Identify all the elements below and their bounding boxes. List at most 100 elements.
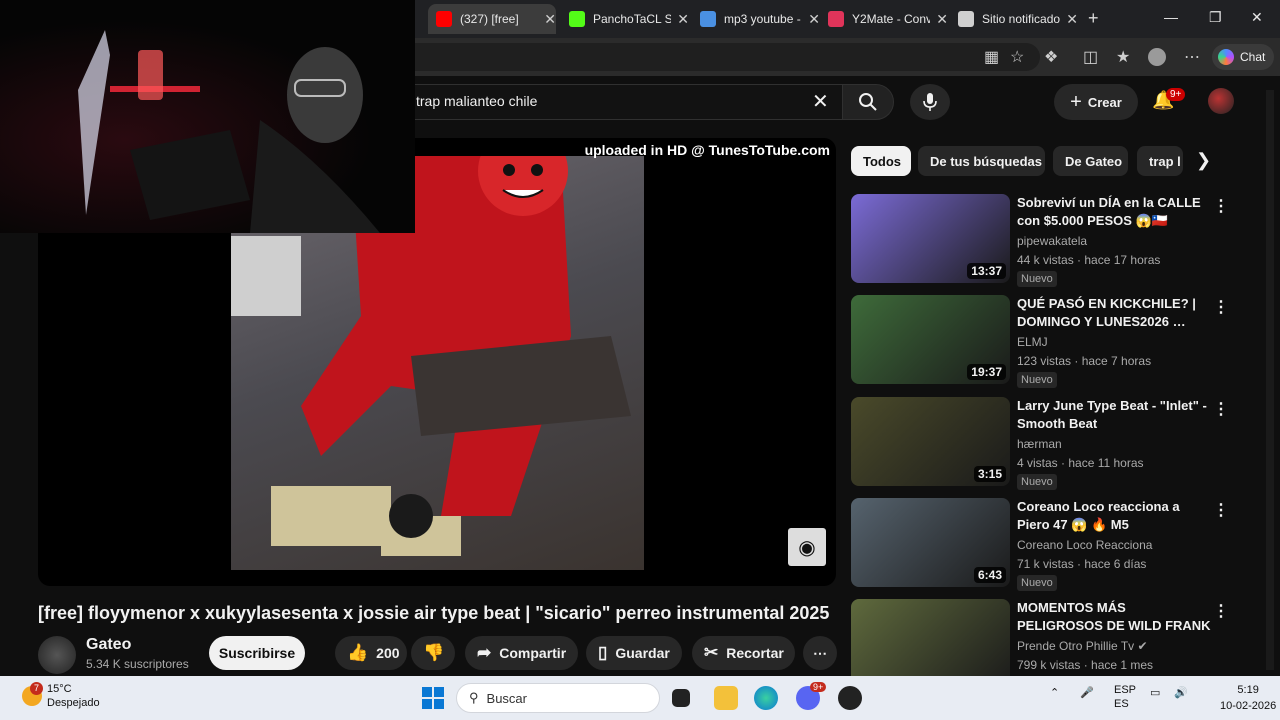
edge-browser-icon[interactable]: [754, 686, 778, 710]
clock-date: 10-02-2026: [1220, 700, 1277, 712]
minimize-button[interactable]: —: [1164, 9, 1178, 25]
favorites-icon[interactable]: ★: [1116, 47, 1130, 67]
video-thumbnail[interactable]: 19:37: [851, 295, 1010, 384]
more-options-icon[interactable]: ⋮: [1213, 297, 1229, 317]
user-avatar[interactable]: [1208, 88, 1234, 114]
recommended-video[interactable]: 6:43 Coreano Loco reacciona a Piero 47 😱 …: [851, 498, 1231, 591]
like-button[interactable]: 👍 200: [335, 636, 407, 670]
save-button[interactable]: ▯ Guardar: [586, 636, 682, 670]
recommended-title[interactable]: Coreano Loco reacciona a Piero 47 😱 🔥 M5: [1017, 498, 1213, 534]
recommended-channel[interactable]: ELMJ: [1017, 335, 1048, 349]
recommended-title[interactable]: Sobreviví un DÍA en la CALLE con $5.000 …: [1017, 194, 1213, 230]
video-thumbnail[interactable]: 13:37: [851, 194, 1010, 283]
copilot-chat-button[interactable]: Chat: [1212, 44, 1274, 70]
taskbar-clock[interactable]: 5:19 10-02-2026: [1220, 682, 1276, 714]
chips-next-icon[interactable]: ❯: [1196, 150, 1211, 171]
taskbar-search[interactable]: ⚲ Buscar: [456, 683, 660, 713]
recommended-channel-name: Prende Otro Phillie Tv: [1017, 639, 1135, 653]
filter-chip[interactable]: Todos: [851, 146, 911, 176]
tab-label: Y2Mate - Conve: [852, 12, 931, 26]
browser-tab[interactable]: PanchoTaCL Stre ✕: [561, 4, 689, 34]
address-bar[interactable]: [400, 43, 1040, 71]
favorite-star-icon[interactable]: ☆: [1010, 47, 1024, 67]
thumbs-down-icon: 👎: [423, 643, 445, 662]
more-options-icon[interactable]: ⋮: [1213, 399, 1229, 419]
more-options-icon[interactable]: ⋯: [1184, 47, 1200, 67]
video-watermark: uploaded in HD @ TunesToTube.com: [584, 142, 830, 158]
tray-microphone-icon[interactable]: 🎤: [1080, 686, 1094, 699]
create-button[interactable]: + Crear: [1054, 84, 1138, 120]
weather-desc: Despejado: [47, 697, 100, 709]
more-options-icon[interactable]: ⋮: [1213, 500, 1229, 520]
subscribe-button[interactable]: Suscribirse: [209, 636, 305, 670]
close-tab-icon[interactable]: ✕: [808, 11, 820, 28]
scrollbar[interactable]: [1266, 90, 1274, 670]
task-view-icon[interactable]: [672, 689, 690, 707]
duration-badge: 6:43: [973, 567, 1006, 583]
browser-tab[interactable]: Sitio notificado ✕: [950, 4, 1078, 34]
profile-icon[interactable]: [1148, 48, 1166, 66]
filter-chip[interactable]: De Gateo: [1053, 146, 1128, 176]
search-icon: ⚲: [469, 690, 479, 705]
recommended-title[interactable]: Larry June Type Beat - "Inlet" - Smooth …: [1017, 397, 1213, 433]
channel-avatar[interactable]: [38, 636, 76, 674]
close-tab-icon[interactable]: ✕: [544, 11, 556, 28]
recommended-video[interactable]: 13:37 Sobreviví un DÍA en la CALLE con $5…: [851, 194, 1231, 287]
video-title: [free] floyymenor x xukyylasesenta x jos…: [38, 603, 830, 623]
dislike-button[interactable]: 👎: [411, 636, 455, 670]
split-screen-icon[interactable]: ◫: [1083, 47, 1098, 67]
browser-tab[interactable]: (327) [free] ✕: [428, 4, 556, 34]
search-icon: [859, 93, 877, 111]
recommended-title[interactable]: QUÉ PASÓ EN KICKCHILE? | DOMINGO Y LUNES…: [1017, 295, 1213, 331]
save-label: Guardar: [615, 645, 670, 661]
recommended-meta: 4 vistas · hace 11 horas: [1017, 456, 1144, 470]
recommended-meta: 123 vistas · hace 7 horas: [1017, 354, 1152, 368]
clear-search-icon[interactable]: ✕: [812, 89, 829, 114]
voice-search-button[interactable]: [910, 84, 950, 120]
close-tab-icon[interactable]: ✕: [936, 11, 948, 28]
recommended-channel-name: ELMJ: [1017, 335, 1048, 349]
recommended-channel[interactable]: hærman: [1017, 437, 1062, 451]
video-thumbnail[interactable]: 3:15: [851, 397, 1010, 486]
bookmark-icon: ▯: [598, 643, 608, 662]
recommended-title[interactable]: MOMENTOS MÁS PELIGROSOS DE WILD FRANK: [1017, 599, 1213, 635]
extensions-icon[interactable]: ❖: [1044, 47, 1058, 67]
video-thumbnail[interactable]: 6:43: [851, 498, 1010, 587]
share-icon: ➦: [477, 643, 492, 662]
browser-tab[interactable]: Y2Mate - Conve ✕: [820, 4, 948, 34]
windows-start-icon[interactable]: [422, 687, 444, 709]
language-indicator[interactable]: ESP ES: [1114, 683, 1136, 711]
taskbar-search-placeholder: Buscar: [486, 690, 527, 706]
new-tab-button[interactable]: +: [1088, 8, 1099, 29]
tray-expand-icon[interactable]: ⌃: [1050, 686, 1059, 699]
language-top: ESP: [1114, 684, 1137, 696]
more-options-icon[interactable]: ⋮: [1213, 601, 1229, 621]
more-options-icon[interactable]: ⋮: [1213, 196, 1229, 216]
browser-tab[interactable]: mp3 youtube - B ✕: [692, 4, 820, 34]
recommended-channel[interactable]: Coreano Loco Reacciona: [1017, 538, 1152, 552]
plus-icon: +: [1070, 90, 1082, 113]
more-actions-button[interactable]: ⋯: [803, 636, 837, 670]
recommended-video[interactable]: 3:15 Larry June Type Beat - "Inlet" - Smo…: [851, 397, 1231, 490]
steam-icon[interactable]: [838, 686, 862, 710]
search-button[interactable]: [842, 84, 894, 120]
maximize-button[interactable]: ❐: [1209, 9, 1222, 26]
weather-widget[interactable]: 15°C Despejado: [47, 683, 100, 709]
video-thumbnail[interactable]: [851, 599, 1010, 688]
filter-chip[interactable]: trap l: [1137, 146, 1183, 176]
close-window-button[interactable]: ✕: [1251, 9, 1263, 26]
app-grid-icon[interactable]: ▦: [984, 47, 999, 67]
close-tab-icon[interactable]: ✕: [677, 11, 689, 28]
network-icon[interactable]: ▭: [1150, 686, 1160, 699]
clip-button[interactable]: ✂ Recortar: [692, 636, 795, 670]
channel-name[interactable]: Gateo: [86, 636, 131, 654]
discord-badge: 9+: [810, 682, 827, 692]
recommended-video[interactable]: 19:37 QUÉ PASÓ EN KICKCHILE? | DOMINGO Y …: [851, 295, 1231, 388]
share-button[interactable]: ➦ Compartir: [465, 636, 578, 670]
filter-chip[interactable]: De tus búsquedas: [918, 146, 1045, 176]
recommended-channel[interactable]: Prende Otro Phillie Tv ✔: [1017, 639, 1148, 653]
close-tab-icon[interactable]: ✕: [1066, 11, 1078, 28]
recommended-channel[interactable]: pipewakatela: [1017, 234, 1087, 248]
file-explorer-icon[interactable]: [714, 686, 738, 710]
volume-icon[interactable]: 🔊: [1174, 686, 1188, 699]
